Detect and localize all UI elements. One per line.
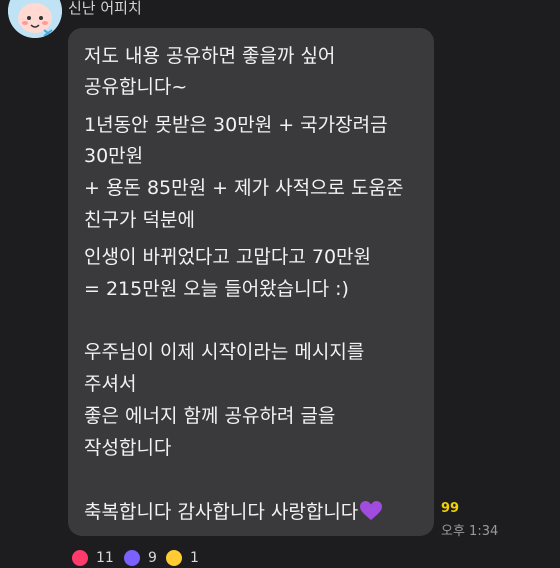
purple-heart-icon [360,501,383,527]
star-icon [124,550,140,566]
message-line: = 215만원 오늘 들어왔습니다 :) [84,278,349,300]
message-line: 우주님이 이제 시작이라는 메시지를 [84,341,365,363]
message-line: + 용돈 85만원 + 제가 사적으로 도움준 [84,177,404,199]
message-line: 작성합니다 [84,437,172,459]
message-line: 친구가 덕분에 [84,209,195,231]
message-last-line: 축복합니다 감사합니다 사랑합니다 [84,500,383,527]
message-line: 주셔서 [84,373,137,395]
message-line: 저도 내용 공유하면 좋을까 싶어 [84,45,336,67]
unread-count: 99 [441,501,460,516]
apeach-avatar-icon [8,0,62,38]
reaction-count: 1 [190,550,199,566]
message-line: 1년동안 못받은 30만원 + 국가장려금 [84,114,388,136]
message-time: 오후 1:34 [441,524,499,539]
message-line: 좋은 에너지 함께 공유하려 글을 [84,405,336,427]
heart-icon [72,550,88,566]
smile-emoji-icon [166,550,182,566]
message-bubble[interactable]: 저도 내용 공유하면 좋을까 싶어 공유합니다~ 1년동안 못받은 30만원 +… [68,28,434,536]
message-line: 축복합니다 감사합니다 사랑합니다 [84,501,359,523]
sender-avatar[interactable] [8,0,62,38]
message-line: 30만원 [84,145,144,167]
reaction-count: 11 [96,550,114,566]
sender-name[interactable]: 신난 어피치 [68,0,142,18]
reaction-count: 9 [148,550,157,566]
message-line: 인생이 바뀌었다고 고맙다고 70만원 [84,246,372,268]
message-line: 공유합니다~ [84,76,188,98]
